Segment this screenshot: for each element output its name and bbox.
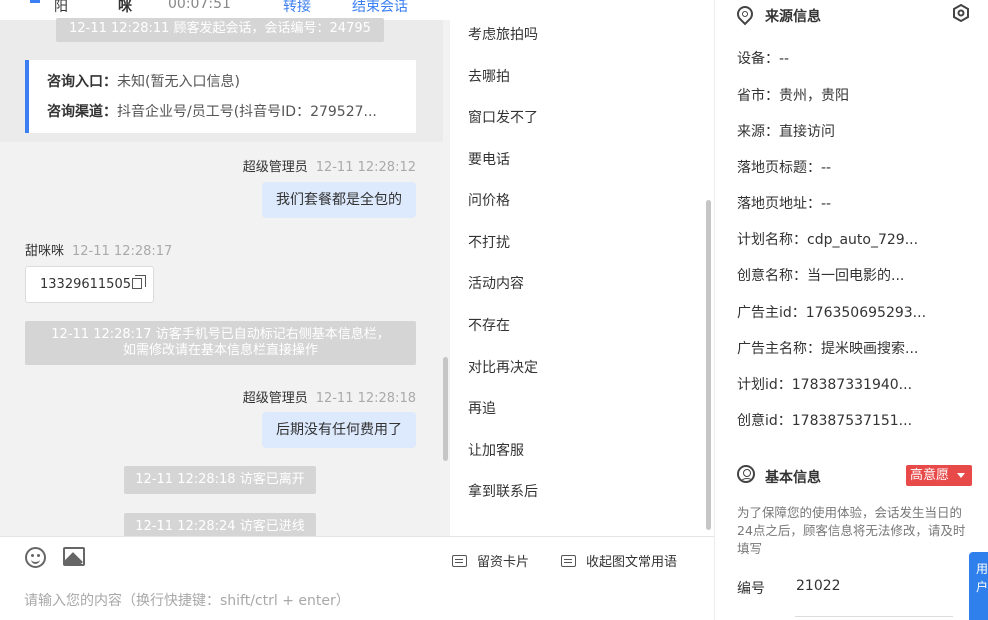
quick-reply-item[interactable]: 对比再决定 xyxy=(468,357,538,377)
agent-message-bubble: 后期没有任何费用了 xyxy=(262,412,416,448)
quick-reply-item[interactable]: 问价格 xyxy=(468,190,510,210)
message-card-icon xyxy=(561,555,576,567)
consult-entry-row: 咨询入口：未知(暂无入口信息) xyxy=(47,71,399,101)
visitor-name-part: 阳 xyxy=(54,0,68,15)
quick-reply-scrollbar[interactable] xyxy=(706,200,711,530)
quick-reply-item[interactable]: 要电话 xyxy=(468,149,510,169)
user-icon xyxy=(737,465,755,483)
settings-hex-icon[interactable] xyxy=(952,4,970,22)
quick-reply-item[interactable]: 活动内容 xyxy=(468,273,524,293)
collapse-phrases-label: 收起图文常用语 xyxy=(586,555,678,570)
quick-reply-item[interactable]: 拿到联系后 xyxy=(468,481,538,501)
message-composer: 留资卡片 收起图文常用语 xyxy=(0,536,714,620)
system-message: 12-11 12:28:11 顾客发起会话，会话编号：24795 xyxy=(56,18,384,42)
message-time: 12-11 12:28:18 xyxy=(315,391,416,406)
source-field: 创意名称：当一回电影的... xyxy=(737,268,905,284)
quick-reply-item[interactable]: 考虑旅拍吗 xyxy=(468,24,538,44)
quick-reply-item[interactable]: 让加客服 xyxy=(468,440,524,460)
message-time: 12-11 12:28:17 xyxy=(72,244,173,259)
customer-id-value: 21022 xyxy=(796,578,841,594)
transfer-button[interactable]: 转接 xyxy=(283,0,311,16)
message-meta: 甜咪咪 12-11 12:28:17 xyxy=(25,240,172,259)
sender-name: 甜咪咪 xyxy=(25,244,65,259)
quick-reply-item[interactable]: 不打扰 xyxy=(468,232,510,252)
chat-panel: 阳 咪 00:07:51 转接 结束会话 12-11 12:28:11 顾客发起… xyxy=(0,0,450,536)
customer-id-label: 编号 xyxy=(737,581,765,597)
source-field: 设备：-- xyxy=(737,51,790,67)
source-field: 创意id：178387537151... xyxy=(737,413,913,429)
chat-scrollbar[interactable] xyxy=(443,357,448,461)
end-session-button[interactable]: 结束会话 xyxy=(352,0,408,16)
consult-entry-value: 未知(暂无入口信息) xyxy=(117,74,240,90)
visitor-phone-text: 13329611505 xyxy=(40,277,131,292)
customer-info-panel: 来源信息 设备：-- 省市：贵州，贵阳 来源：直接访问 落地页标题：-- 落地页… xyxy=(714,0,988,620)
source-info-title: 来源信息 xyxy=(765,9,821,25)
source-field: 落地页标题：-- xyxy=(737,160,832,176)
consult-entry-label: 咨询入口： xyxy=(47,74,117,90)
session-header: 阳 咪 00:07:51 转接 结束会话 xyxy=(0,0,450,20)
consult-channel-row: 咨询渠道：抖音企业号/员工号(抖音号ID：279527... xyxy=(47,101,399,131)
location-pin-icon xyxy=(733,2,757,26)
source-field: 广告主名称：提米映画搜索... xyxy=(737,341,919,357)
quick-reply-item[interactable]: 不存在 xyxy=(468,315,510,335)
source-field: 计划id：178387331940... xyxy=(737,377,913,393)
emoji-icon[interactable] xyxy=(25,547,46,568)
consult-channel-label: 咨询渠道： xyxy=(47,104,117,120)
sender-name: 超级管理员 xyxy=(242,391,308,406)
consult-source-card: 咨询入口：未知(暂无入口信息) 咨询渠道：抖音企业号/员工号(抖音号ID：279… xyxy=(25,60,416,133)
source-field: 落地页地址：-- xyxy=(737,196,832,212)
edit-notice: 为了保障您的使用体验，会话发生当日的24点之后，顾客信息将无法修改，请及时填写 xyxy=(737,505,966,556)
session-duration: 00:07:51 xyxy=(168,0,231,12)
field-divider xyxy=(795,616,953,617)
sender-name: 超级管理员 xyxy=(242,160,308,175)
message-card-icon xyxy=(452,555,467,567)
quick-reply-item[interactable]: 去哪拍 xyxy=(468,66,510,86)
source-field: 来源：直接访问 xyxy=(737,124,835,140)
lead-card-label: 留资卡片 xyxy=(477,555,530,570)
system-message: 12-11 12:28:18 访客已离开 xyxy=(124,466,316,494)
visitor-name-part: 咪 xyxy=(118,0,132,15)
intent-level-label: 高意愿 xyxy=(910,468,950,483)
message-meta: 超级管理员 12-11 12:28:18 xyxy=(243,387,416,406)
message-time: 12-11 12:28:12 xyxy=(315,160,416,175)
agent-message-bubble: 我们套餐都是全包的 xyxy=(262,182,416,218)
basic-info-title: 基本信息 xyxy=(765,470,821,486)
visitor-phone-card: 13329611505 xyxy=(25,266,154,303)
quick-reply-panel: 考虑旅拍吗 去哪拍 窗口发不了 要电话 问价格 不打扰 活动内容 不存在 对比再… xyxy=(450,0,714,536)
floating-user-button[interactable]: 用户 xyxy=(969,552,988,620)
message-input[interactable] xyxy=(24,589,684,613)
source-field: 省市：贵州，贵阳 xyxy=(737,88,849,104)
copy-icon[interactable] xyxy=(131,275,146,289)
source-field: 计划名称：cdp_auto_729... xyxy=(737,232,919,248)
quick-reply-item[interactable]: 窗口发不了 xyxy=(468,107,538,127)
image-icon[interactable] xyxy=(63,547,85,566)
lead-card-button[interactable]: 留资卡片 xyxy=(452,551,529,570)
system-message: 12-11 12:28:24 访客已进线 xyxy=(124,513,316,536)
caret-down-icon xyxy=(957,473,965,478)
message-meta: 超级管理员 12-11 12:28:12 xyxy=(243,156,416,175)
consult-channel-value: 抖音企业号/员工号(抖音号ID：279527... xyxy=(117,104,377,120)
source-field: 广告主id：176350695293... xyxy=(737,305,927,321)
active-indicator xyxy=(30,0,40,3)
system-message: 12-11 12:28:17 访客手机号已自动标记右侧基本信息栏， 如需修改请在… xyxy=(25,321,416,365)
quick-reply-item[interactable]: 再追 xyxy=(468,398,496,418)
floating-user-label: 用户 xyxy=(976,562,988,594)
intent-level-dropdown[interactable]: 高意愿 xyxy=(906,465,972,486)
collapse-phrases-button[interactable]: 收起图文常用语 xyxy=(561,551,677,570)
